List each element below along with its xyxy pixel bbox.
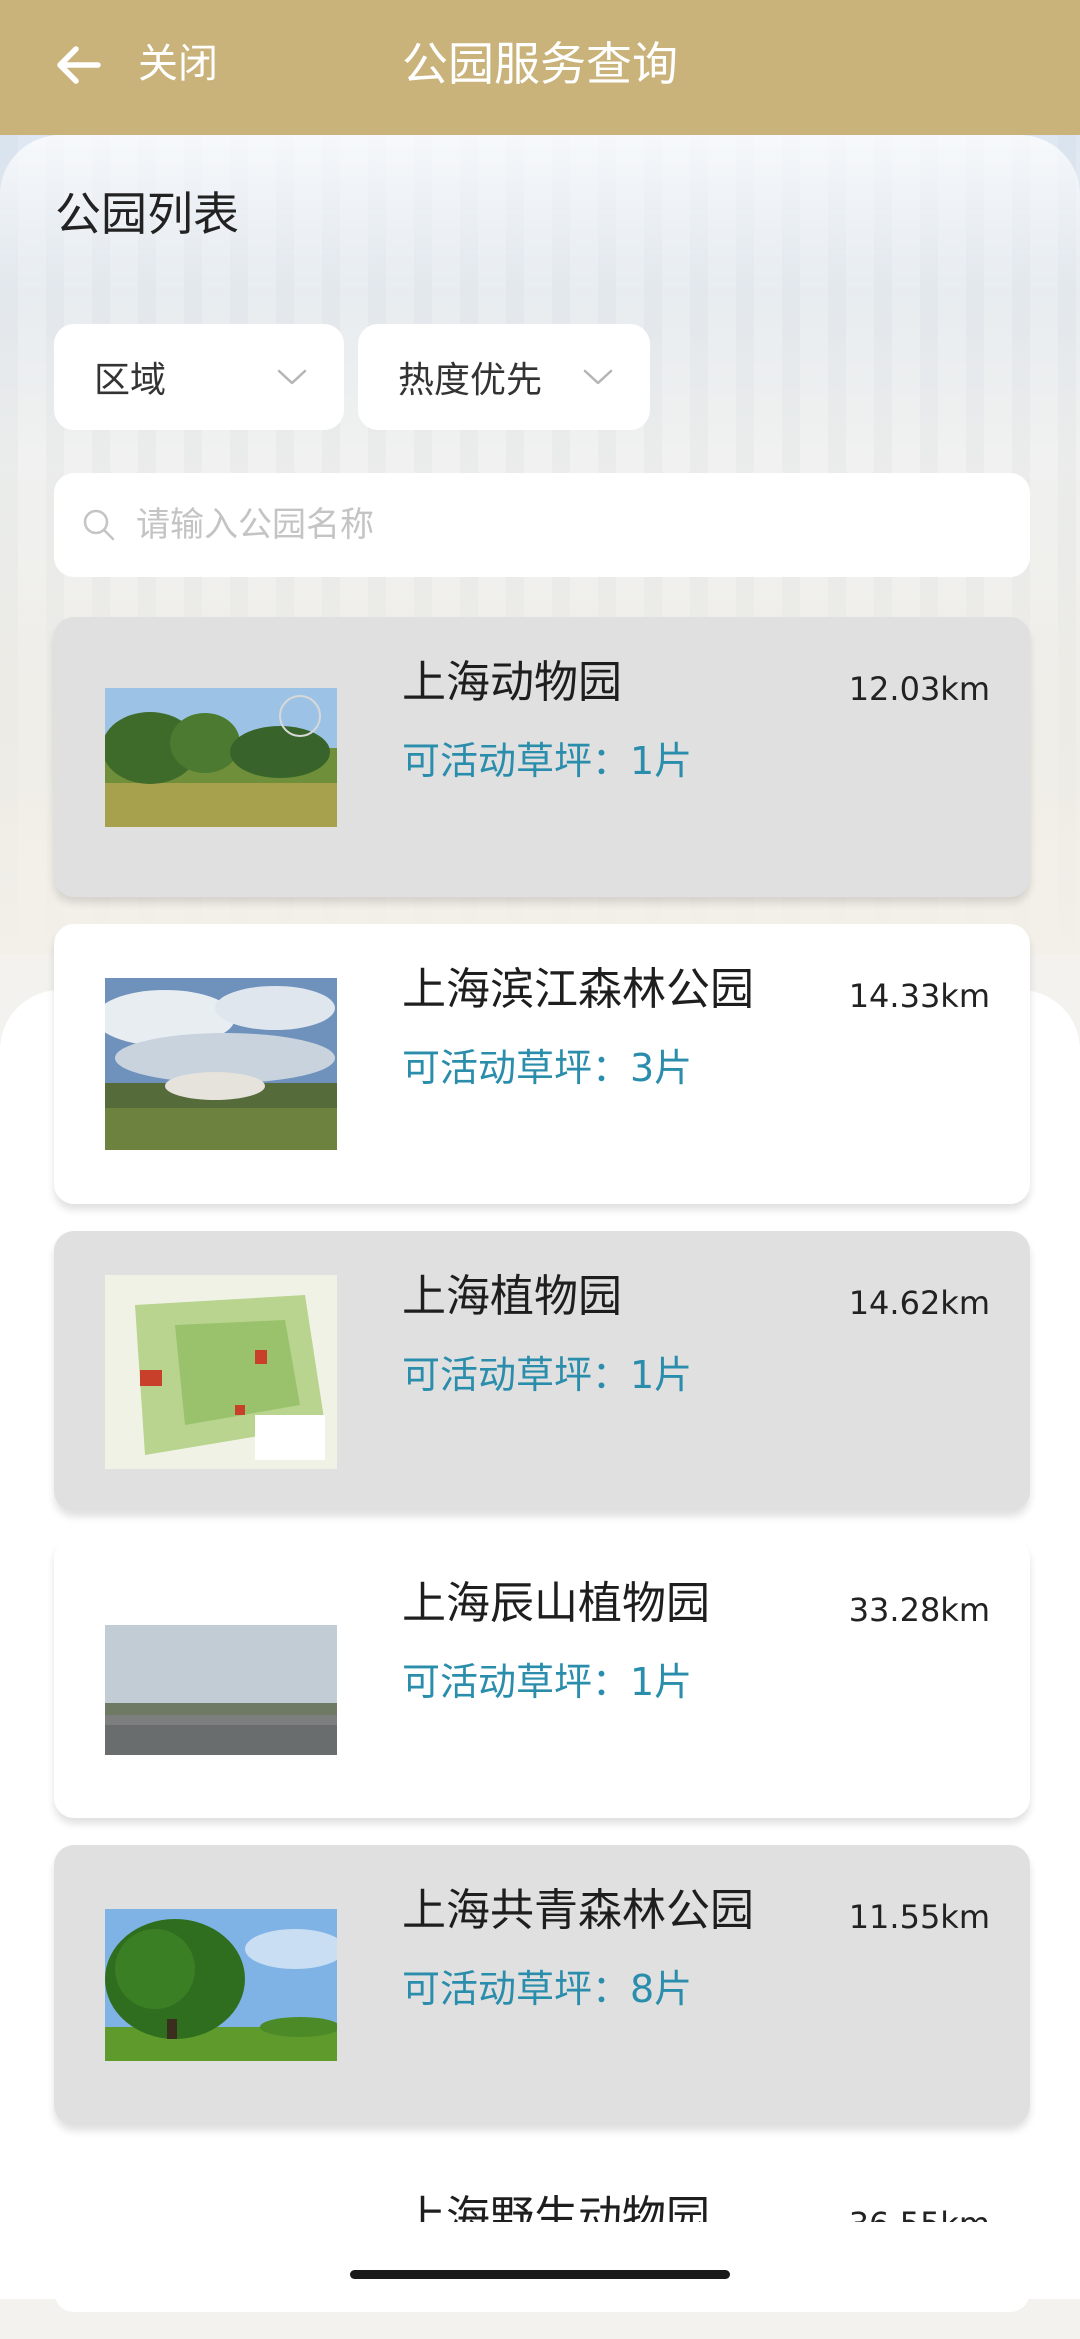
park-lawn-count: 可活动草坪：3片: [402, 1046, 693, 1090]
section-title: 公园列表: [55, 187, 239, 241]
park-thumbnail: [105, 1625, 337, 1755]
park-thumbnail: [105, 1275, 337, 1469]
park-distance: 14.62km: [848, 1284, 990, 1322]
search-input[interactable]: [134, 504, 998, 546]
park-name: 上海植物园: [402, 1271, 622, 1322]
park-name: 上海共青森林公园: [402, 1885, 754, 1936]
top-app-bar: 关闭 公园服务查询: [0, 0, 1080, 135]
park-card[interactable]: 上海共青森林公园 可活动草坪：8片 11.55km: [54, 1845, 1030, 2125]
park-card[interactable]: 上海辰山植物园 可活动草坪：1片 33.28km: [54, 1538, 1030, 1818]
search-icon: [83, 509, 115, 541]
region-filter-label: 区域: [94, 360, 167, 401]
park-lawn-count: 可活动草坪：1片: [402, 1353, 693, 1397]
park-thumbnail: [105, 978, 337, 1150]
park-name: 上海滨江森林公园: [402, 964, 754, 1015]
park-lawn-count: 可活动草坪：1片: [402, 739, 693, 783]
chevron-down-icon: [583, 369, 613, 385]
park-lawn-count: 可活动草坪：1片: [402, 1660, 693, 1704]
park-distance: 12.03km: [848, 670, 990, 708]
sort-filter-dropdown[interactable]: 热度优先: [358, 324, 650, 430]
park-card[interactable]: 上海植物园 可活动草坪：1片 14.62km: [54, 1231, 1030, 1511]
page-title: 公园服务查询: [402, 37, 678, 91]
park-name: 上海动物园: [402, 657, 622, 708]
park-distance: 33.28km: [848, 1591, 990, 1629]
park-name: 上海辰山植物园: [402, 1578, 710, 1629]
park-list: 上海动物园 可活动草坪：1片 12.03km 上海滨江森林公园 可活动草坪：3片…: [54, 617, 1030, 2339]
park-card[interactable]: 上海动物园 可活动草坪：1片 12.03km: [54, 617, 1030, 897]
park-distance: 14.33km: [848, 977, 990, 1015]
park-thumbnail: [105, 688, 337, 827]
home-indicator[interactable]: [350, 2270, 730, 2279]
park-thumbnail: [105, 1909, 337, 2061]
sort-filter-label: 热度优先: [398, 360, 543, 401]
bottom-safe-area: [0, 2222, 1080, 2299]
park-lawn-count: 可活动草坪：8片: [402, 1967, 693, 2011]
chevron-down-icon: [277, 369, 307, 385]
park-card[interactable]: 上海滨江森林公园 可活动草坪：3片 14.33km: [54, 924, 1030, 1204]
search-bar[interactable]: [54, 473, 1030, 577]
park-distance: 11.55km: [848, 1898, 990, 1936]
region-filter-dropdown[interactable]: 区域: [54, 324, 344, 430]
